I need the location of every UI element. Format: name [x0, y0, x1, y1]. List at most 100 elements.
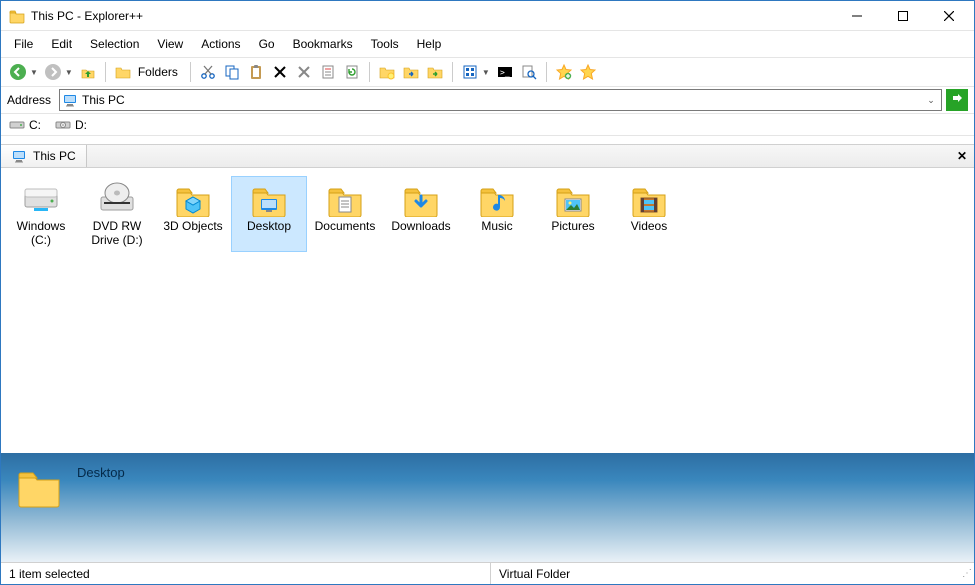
- drive-label: C:: [29, 118, 41, 132]
- drive-bar: C: D:: [1, 114, 974, 136]
- hdd-icon: [9, 119, 25, 131]
- delete-button[interactable]: [269, 61, 291, 83]
- item-label: Downloads: [391, 219, 450, 233]
- menu-go[interactable]: Go: [250, 33, 284, 55]
- separator: [369, 62, 370, 82]
- drive-d[interactable]: D:: [55, 118, 87, 132]
- delete-permanently-button[interactable]: [293, 61, 315, 83]
- folder-pic-icon: [553, 181, 593, 217]
- back-history-dropdown[interactable]: ▼: [30, 68, 38, 77]
- svg-text:>_: >_: [500, 68, 510, 77]
- forward-history-dropdown[interactable]: ▼: [65, 68, 73, 77]
- menu-file[interactable]: File: [5, 33, 42, 55]
- copy-to-button[interactable]: [400, 61, 422, 83]
- separator: [452, 62, 453, 82]
- list-item[interactable]: Desktop: [231, 176, 307, 252]
- back-button[interactable]: [7, 61, 29, 83]
- hdd-icon: [21, 181, 61, 217]
- command-prompt-button[interactable]: >_: [494, 61, 516, 83]
- menu-selection[interactable]: Selection: [81, 33, 148, 55]
- separator: [105, 62, 106, 82]
- address-label: Address: [7, 93, 55, 107]
- item-label: Videos: [631, 219, 667, 233]
- drive-c[interactable]: C:: [9, 118, 41, 132]
- optical-icon: [97, 181, 137, 217]
- item-label: Windows (C:): [6, 219, 76, 247]
- item-label: DVD RW Drive (D:): [82, 219, 152, 247]
- list-item[interactable]: DVD RW Drive (D:): [79, 176, 155, 252]
- app-icon: [9, 8, 25, 24]
- cut-button[interactable]: [197, 61, 219, 83]
- item-label: Pictures: [551, 219, 594, 233]
- search-button[interactable]: [518, 61, 540, 83]
- menu-view[interactable]: View: [148, 33, 192, 55]
- file-list[interactable]: Windows (C:)DVD RW Drive (D:) 3D Objects D…: [1, 168, 974, 453]
- separator: [546, 62, 547, 82]
- list-item[interactable]: Downloads: [383, 176, 459, 252]
- move-to-button[interactable]: [424, 61, 446, 83]
- folders-label: Folders: [136, 65, 184, 79]
- titlebar: This PC - Explorer++: [1, 1, 974, 31]
- list-item[interactable]: Documents: [307, 176, 383, 252]
- add-bookmark-button[interactable]: [553, 61, 575, 83]
- details-pane: Desktop: [1, 453, 974, 562]
- app-window: This PC - Explorer++ FileEditSelectionVi…: [0, 0, 975, 585]
- status-selection: 1 item selected: [1, 563, 491, 584]
- address-input[interactable]: [78, 93, 923, 107]
- menu-help[interactable]: Help: [408, 33, 451, 55]
- list-item[interactable]: Music: [459, 176, 535, 252]
- menu-actions[interactable]: Actions: [192, 33, 249, 55]
- tab-close-button[interactable]: ✕: [950, 145, 974, 167]
- properties-button[interactable]: [317, 61, 339, 83]
- window-title: This PC - Explorer++: [31, 9, 834, 23]
- separator: [190, 62, 191, 82]
- toolbar: ▼ ▼ Folders ▼ >_: [1, 58, 974, 87]
- go-button[interactable]: [946, 89, 968, 111]
- minimize-button[interactable]: [834, 1, 880, 30]
- bookmarks-button[interactable]: [577, 61, 599, 83]
- address-box[interactable]: ⌄: [59, 89, 942, 111]
- item-label: Desktop: [247, 219, 291, 233]
- tab-bar: This PC ✕: [1, 144, 974, 168]
- address-row: Address ⌄: [1, 87, 974, 114]
- new-folder-button[interactable]: [376, 61, 398, 83]
- maximize-button[interactable]: [880, 1, 926, 30]
- tab-strip[interactable]: [87, 145, 950, 167]
- drive-label: D:: [75, 118, 87, 132]
- views-button[interactable]: [459, 61, 481, 83]
- up-button[interactable]: [77, 61, 99, 83]
- folder-down-icon: [401, 181, 441, 217]
- close-button[interactable]: [926, 1, 972, 30]
- address-dropdown[interactable]: ⌄: [923, 95, 939, 106]
- optical-icon: [55, 119, 71, 131]
- forward-button[interactable]: [42, 61, 64, 83]
- menu-bookmarks[interactable]: Bookmarks: [284, 33, 362, 55]
- this-pc-icon: [11, 148, 27, 164]
- status-bar: 1 item selected Virtual Folder ⋰: [1, 562, 974, 584]
- spacer: [1, 136, 974, 144]
- tab-label: This PC: [33, 149, 76, 163]
- tab-this-pc[interactable]: This PC: [1, 145, 87, 167]
- item-label: Documents: [315, 219, 376, 233]
- folder-video-icon: [629, 181, 669, 217]
- views-dropdown[interactable]: ▼: [482, 68, 490, 77]
- refresh-button[interactable]: [341, 61, 363, 83]
- copy-button[interactable]: [221, 61, 243, 83]
- list-item[interactable]: Pictures: [535, 176, 611, 252]
- folder-icon: [15, 463, 63, 511]
- paste-button[interactable]: [245, 61, 267, 83]
- folder-3d-icon: [173, 181, 213, 217]
- list-item[interactable]: 3D Objects: [155, 176, 231, 252]
- menu-edit[interactable]: Edit: [42, 33, 81, 55]
- menu-tools[interactable]: Tools: [362, 33, 408, 55]
- item-label: 3D Objects: [163, 219, 222, 233]
- folder-doc-icon: [325, 181, 365, 217]
- item-label: Music: [481, 219, 512, 233]
- folder-music-icon: [477, 181, 517, 217]
- folders-pane-button[interactable]: [112, 61, 134, 83]
- menubar: FileEditSelectionViewActionsGoBookmarksT…: [1, 31, 974, 58]
- list-item[interactable]: Windows (C:): [3, 176, 79, 252]
- resize-grip[interactable]: ⋰: [958, 568, 974, 579]
- status-type: Virtual Folder: [491, 563, 578, 584]
- list-item[interactable]: Videos: [611, 176, 687, 252]
